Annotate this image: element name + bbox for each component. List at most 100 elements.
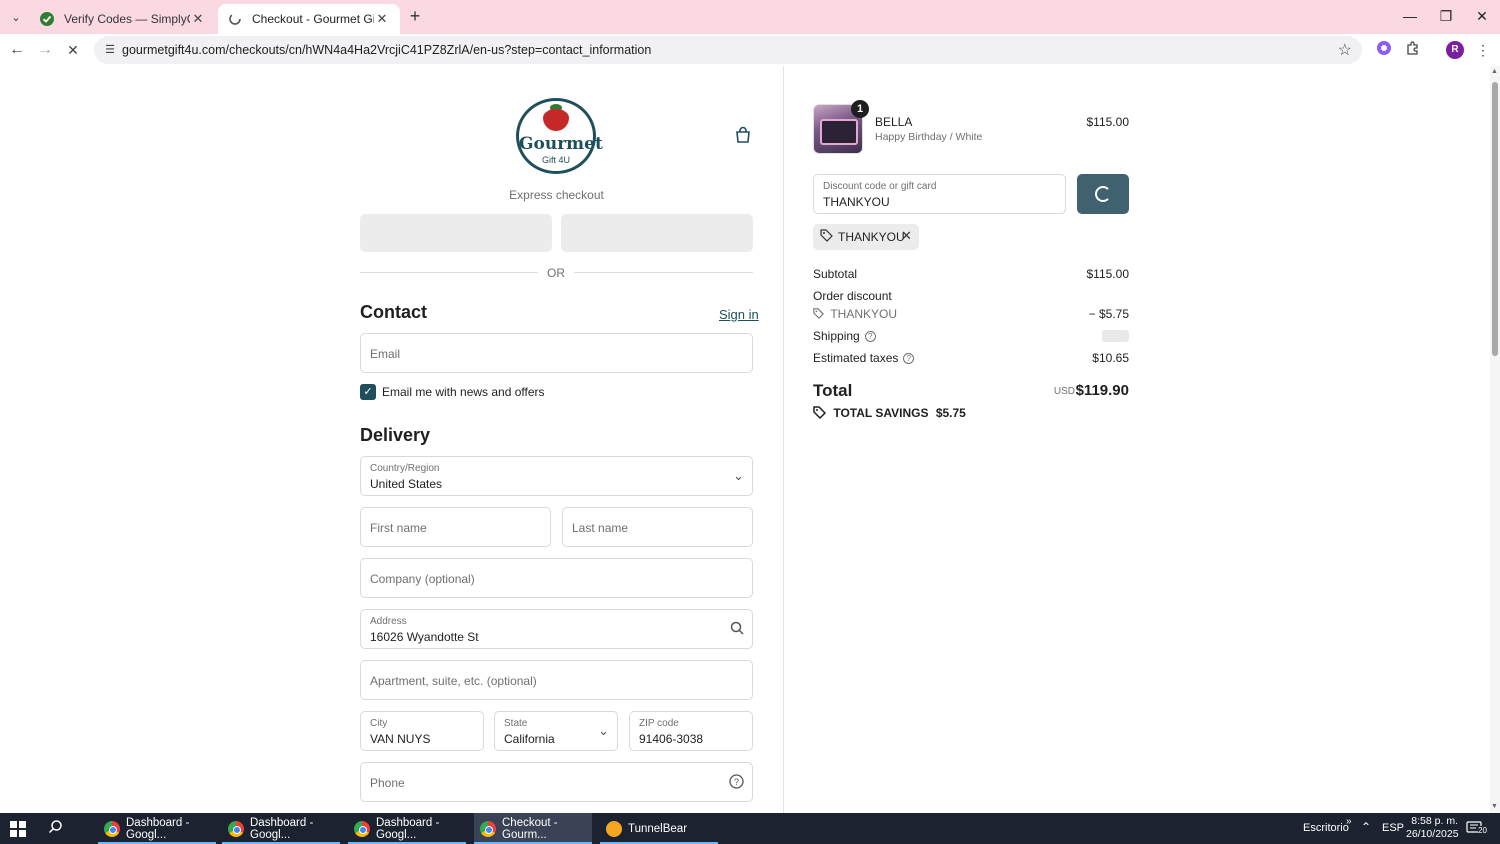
product-name: BELLA: [875, 115, 913, 129]
taskbar-app-tunnelbear[interactable]: TunnelBear: [600, 813, 718, 844]
state-select[interactable]: State California ⌄: [494, 711, 618, 751]
newsletter-checkbox[interactable]: ✓: [360, 384, 376, 400]
zip-value: 91406-3038: [639, 732, 704, 746]
language-indicator[interactable]: ESP: [1382, 822, 1404, 834]
divider: [574, 272, 753, 273]
windows-start-icon[interactable]: [10, 821, 26, 837]
shipping-row: Shipping?: [813, 329, 876, 343]
close-tab-icon[interactable]: ✕: [374, 11, 390, 27]
discount-code-field[interactable]: Discount code or gift card THANKYOU: [813, 174, 1066, 214]
tab-checkout[interactable]: Checkout - Gourmet Gift 4U ✕: [218, 4, 400, 34]
subtotal-label: Subtotal: [813, 267, 858, 281]
taskbar-app-dashboard-2[interactable]: Dashboard - Googl...: [222, 813, 340, 844]
order-discount-value: − $5.75: [1088, 307, 1129, 321]
address-value: 16026 Wyandotte St: [370, 630, 479, 644]
browser-menu-icon[interactable]: ⋮: [1473, 40, 1493, 60]
site-info-icon[interactable]: ☰: [102, 42, 118, 58]
back-button[interactable]: ←: [6, 39, 28, 61]
country-label: Country/Region: [370, 463, 440, 474]
profile-avatar[interactable]: R: [1446, 41, 1464, 59]
tab-search-button[interactable]: ⌄: [6, 7, 26, 27]
forward-button[interactable]: →: [34, 39, 56, 61]
apply-discount-button[interactable]: [1077, 174, 1129, 214]
close-tab-icon[interactable]: ✕: [190, 11, 206, 27]
first-name-placeholder: First name: [370, 521, 427, 535]
checkout-page: Gourmet Gift 4U Express checkout OR Cont…: [0, 66, 1500, 813]
toolbar-expand-icon[interactable]: »: [1346, 816, 1352, 827]
extension-circle-icon[interactable]: [1374, 40, 1394, 60]
bookmark-star-icon[interactable]: ☆: [1338, 40, 1352, 60]
zip-label: ZIP code: [639, 718, 679, 729]
chrome-icon: [228, 820, 244, 837]
tab-title: Verify Codes — SimplyCodes: [64, 12, 190, 26]
sign-in-link[interactable]: Sign in: [719, 307, 759, 322]
country-value: United States: [370, 477, 443, 491]
express-checkout-button-1[interactable]: [360, 214, 552, 252]
taskbar-app-label: Dashboard - Googl...: [376, 816, 440, 841]
taxes-info-icon[interactable]: ?: [903, 353, 915, 364]
scrollbar-thumb[interactable]: [1492, 82, 1498, 356]
stop-loading-button[interactable]: ✕: [62, 39, 84, 61]
browser-toolbar: ← → ✕ ☰ gourmetgift4u.com/checkouts/cn/h…: [0, 34, 1500, 66]
gourmet-gift-logo[interactable]: Gourmet Gift 4U: [516, 98, 603, 174]
first-name-field[interactable]: First name: [360, 507, 551, 547]
extensions-puzzle-icon[interactable]: [1403, 40, 1423, 60]
simplycodes-favicon-icon: [40, 12, 54, 26]
express-checkout-button-2[interactable]: [561, 214, 753, 252]
taskbar-app-label: Dashboard - Googl...: [250, 816, 314, 841]
total-value: $119.90: [1075, 382, 1129, 399]
address-bar[interactable]: ☰ gourmetgift4u.com/checkouts/cn/hWN4a4H…: [94, 36, 1362, 64]
discount-code-label: Discount code or gift card: [823, 181, 937, 192]
last-name-field[interactable]: Last name: [562, 507, 753, 547]
applied-code-text: THANKYOU: [838, 230, 905, 244]
total-currency: USD: [1053, 386, 1075, 397]
savings-value: $5.75: [935, 406, 966, 420]
city-value: VAN NUYS: [370, 732, 431, 746]
notifications-button[interactable]: 20: [1466, 820, 1492, 838]
taskbar-app-checkout[interactable]: Checkout - Gourm...: [474, 813, 592, 844]
search-icon[interactable]: [48, 819, 63, 838]
remove-discount-icon[interactable]: ✕: [901, 228, 912, 244]
tray-overflow-chevron-icon[interactable]: ⌃: [1361, 820, 1371, 834]
chevron-down-icon: ⌄: [598, 723, 609, 738]
search-icon[interactable]: [730, 621, 744, 638]
newsletter-label[interactable]: Email me with news and offers: [382, 385, 545, 399]
tab-simplycodes[interactable]: Verify Codes — SimplyCodes ✕: [30, 4, 216, 34]
url-text[interactable]: gourmetgift4u.com/checkouts/cn/hWN4a4Ha2…: [122, 43, 651, 57]
country-select[interactable]: Country/Region United States ⌄: [360, 456, 753, 496]
taxes-label: Estimated taxes: [813, 351, 899, 365]
restore-button[interactable]: ❐: [1428, 4, 1464, 28]
chrome-icon: [480, 820, 496, 837]
tab-title: Checkout - Gourmet Gift 4U: [252, 12, 374, 26]
phone-field[interactable]: Phone ?: [360, 762, 753, 802]
shopping-bag-icon[interactable]: [734, 126, 752, 144]
page-scrollbar[interactable]: ▲ ▼: [1490, 66, 1500, 813]
email-field[interactable]: Email: [360, 333, 753, 373]
close-window-button[interactable]: ✕: [1464, 4, 1500, 28]
clock-date: 26/10/2025: [1406, 828, 1459, 840]
minimize-button[interactable]: —: [1392, 4, 1428, 28]
company-placeholder: Company (optional): [370, 572, 475, 586]
zip-field[interactable]: ZIP code 91406-3038: [629, 711, 753, 751]
product-gift-box: [820, 119, 858, 145]
taskbar-app-label: TunnelBear: [628, 822, 688, 835]
company-field[interactable]: Company (optional): [360, 558, 753, 598]
address-field[interactable]: Address 16026 Wyandotte St: [360, 609, 753, 649]
taskbar-app-dashboard-1[interactable]: Dashboard - Googl...: [98, 813, 216, 844]
shipping-info-icon[interactable]: ?: [864, 331, 876, 342]
apartment-field[interactable]: Apartment, suite, etc. (optional): [360, 660, 753, 700]
taskbar-app-dashboard-3[interactable]: Dashboard - Googl...: [348, 813, 466, 844]
tab-strip: ⌄ Verify Codes — SimplyCodes ✕ Checkout …: [0, 0, 1500, 34]
new-tab-button[interactable]: +: [404, 5, 426, 27]
desktop-toolbar-label[interactable]: Escritorio: [1303, 822, 1349, 834]
total-savings-row: TOTAL SAVINGS $5.75: [813, 406, 966, 420]
help-circle-icon[interactable]: ?: [729, 774, 744, 792]
tunnelbear-icon: [606, 820, 622, 837]
clock[interactable]: 8:58 p. m. 26/10/2025: [1406, 815, 1459, 841]
or-divider-text: OR: [547, 266, 565, 280]
shipping-loading-placeholder: [1102, 330, 1129, 342]
applied-discount-chip: THANKYOU ✕: [813, 224, 919, 250]
city-field[interactable]: City VAN NUYS: [360, 711, 484, 751]
scroll-down-arrow-icon[interactable]: ▼: [1491, 803, 1498, 810]
scroll-up-arrow-icon[interactable]: ▲: [1491, 68, 1498, 75]
